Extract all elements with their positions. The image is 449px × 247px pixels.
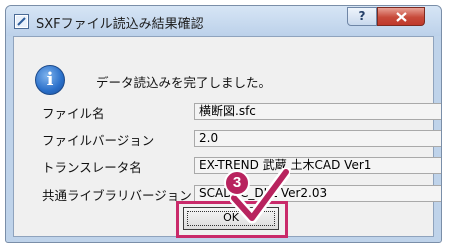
window-title: SXFファイル読込み結果確認 [36, 17, 204, 32]
file-name-field: 横断図.sfc [194, 103, 441, 120]
app-icon [14, 14, 29, 29]
close-icon [396, 12, 407, 22]
status-message: データ読込みを完了しました。 [96, 75, 272, 90]
step-number-badge: 3 [224, 170, 250, 196]
label-translator-name: トランスレータ名 [42, 160, 142, 175]
close-button[interactable] [377, 7, 425, 26]
label-library-version: 共通ライブラリバージョン [42, 188, 192, 203]
title-bar[interactable]: SXFファイル読込み結果確認 ? [6, 6, 441, 36]
file-version-field: 2.0 [194, 130, 441, 147]
label-file-name: ファイル名 [42, 106, 105, 121]
label-file-version: ファイルバージョン [42, 133, 155, 148]
help-button[interactable]: ? [347, 7, 377, 26]
info-icon: i [35, 65, 65, 95]
